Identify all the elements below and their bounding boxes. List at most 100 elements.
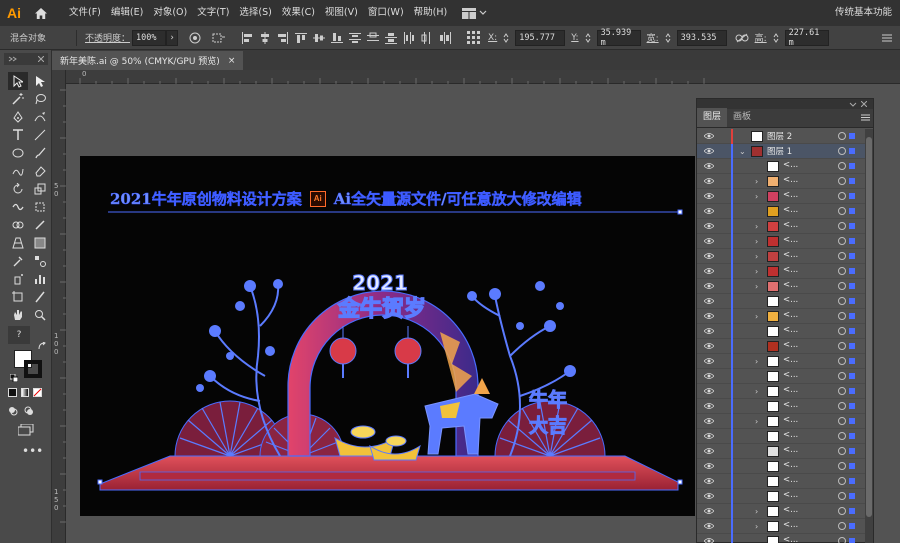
expand-arrow-icon[interactable] [755,537,763,543]
layer-row[interactable]: › <... [697,384,865,399]
layer-row[interactable]: <... [697,294,865,309]
layer-row[interactable]: <... [697,399,865,414]
visibility-eye-icon[interactable] [704,192,714,200]
curvature-tool-icon[interactable] [30,108,50,126]
selection-indicator[interactable] [849,343,855,349]
visibility-eye-icon[interactable] [704,297,714,305]
target-circle-icon[interactable] [838,222,846,230]
menu-help[interactable]: 帮助(H) [409,0,453,26]
distribute-vcenter-icon[interactable] [366,31,380,45]
menu-view[interactable]: 视图(V) [320,0,363,26]
layer-name[interactable]: 图层 2 [767,130,792,142]
target-circle-icon[interactable] [838,282,846,290]
target-circle-icon[interactable] [838,522,846,530]
target-circle-icon[interactable] [838,417,846,425]
shape-builder-tool-icon[interactable] [8,216,28,234]
ellipse-tool-icon[interactable] [8,144,28,162]
expand-arrow-icon[interactable] [739,132,747,141]
layer-row[interactable]: <... [697,324,865,339]
height-input[interactable]: 227.61 m [784,28,829,48]
layer-name[interactable]: <... [783,250,798,260]
visibility-eye-icon[interactable] [704,357,714,365]
selection-indicator[interactable] [849,433,855,439]
swap-colors-icon[interactable] [38,341,46,350]
menu-object[interactable]: 对象(O) [148,0,192,26]
selection-indicator[interactable] [849,298,855,304]
selection-indicator[interactable] [849,388,855,394]
target-circle-icon[interactable] [838,492,846,500]
layer-row[interactable]: › <... [697,219,865,234]
visibility-eye-icon[interactable] [704,402,714,410]
layer-name[interactable]: <... [783,475,798,485]
scale-tool-icon[interactable] [30,180,50,198]
layer-row[interactable]: ⌄ 图层 1 [697,144,865,159]
expand-arrow-icon[interactable] [755,297,763,306]
layer-row[interactable]: › <... [697,309,865,324]
selection-indicator[interactable] [849,523,855,529]
color-button[interactable] [8,388,17,397]
expand-arrow-icon[interactable]: › [755,417,763,426]
target-circle-icon[interactable] [838,372,846,380]
layer-row[interactable]: › <... [697,279,865,294]
workspace-switcher[interactable]: 传统基本功能 [835,0,892,26]
expand-arrow-icon[interactable]: › [755,282,763,291]
zoom-tool-icon[interactable] [30,306,50,324]
x-input[interactable]: 195.777 [515,29,566,46]
target-circle-icon[interactable] [838,312,846,320]
screen-mode-icon[interactable] [17,423,34,436]
selection-indicator[interactable] [849,268,855,274]
opacity-label[interactable]: 不透明度： [85,31,130,44]
visibility-eye-icon[interactable] [704,132,714,140]
target-circle-icon[interactable] [838,387,846,395]
selection-indicator[interactable] [849,133,855,139]
target-circle-icon[interactable] [838,162,846,170]
direct-selection-tool-icon[interactable] [30,72,50,90]
expand-arrow-icon[interactable] [755,492,763,501]
layer-name[interactable]: <... [783,520,798,530]
layer-name[interactable]: 图层 1 [767,145,792,157]
expand-arrow-icon[interactable] [755,207,763,216]
layer-name[interactable]: <... [783,280,798,290]
horizontal-ruler[interactable]: 0 [66,70,900,84]
expand-arrow-icon[interactable]: › [755,192,763,201]
selection-indicator[interactable] [849,478,855,484]
reference-point-icon[interactable] [466,31,480,45]
slice-tool-icon[interactable] [30,288,50,306]
layer-name[interactable]: <... [783,415,798,425]
x-stepper-icon[interactable] [499,31,513,45]
layer-name[interactable]: <... [783,265,798,275]
expand-arrow-icon[interactable] [755,372,763,381]
target-circle-icon[interactable] [838,342,846,350]
hand-tool-icon[interactable] [8,306,28,324]
target-circle-icon[interactable] [838,447,846,455]
free-transform-tool-icon[interactable] [30,198,50,216]
layer-name[interactable]: <... [783,175,798,185]
menu-select[interactable]: 选择(S) [234,0,276,26]
visibility-eye-icon[interactable] [704,537,714,543]
layer-row[interactable]: <... [697,339,865,354]
visibility-eye-icon[interactable] [704,432,714,440]
target-circle-icon[interactable] [838,357,846,365]
more-tools-icon[interactable]: ••• [22,445,43,457]
visibility-eye-icon[interactable] [704,237,714,245]
layer-row[interactable]: › <... [697,414,865,429]
expand-arrow-icon[interactable]: › [755,222,763,231]
pen-tool-icon[interactable] [8,108,28,126]
layer-name[interactable]: <... [783,310,798,320]
layer-name[interactable]: <... [783,295,798,305]
distribute-top-icon[interactable] [348,31,362,45]
default-colors-icon[interactable] [9,373,19,383]
selection-indicator[interactable] [849,358,855,364]
selection-indicator[interactable] [849,538,855,543]
layer-name[interactable]: <... [783,460,798,470]
gradient-tool-icon[interactable] [30,234,50,252]
vertical-ruler[interactable]: 5 0 1 0 0 1 5 0 [52,70,66,543]
layer-name[interactable]: <... [783,535,798,543]
layer-row[interactable]: <... [697,444,865,459]
target-circle-icon[interactable] [838,537,846,543]
layer-row[interactable]: <... [697,369,865,384]
visibility-eye-icon[interactable] [704,327,714,335]
layer-name[interactable]: <... [783,355,798,365]
layer-name[interactable]: <... [783,235,798,245]
layer-name[interactable]: <... [783,445,798,455]
